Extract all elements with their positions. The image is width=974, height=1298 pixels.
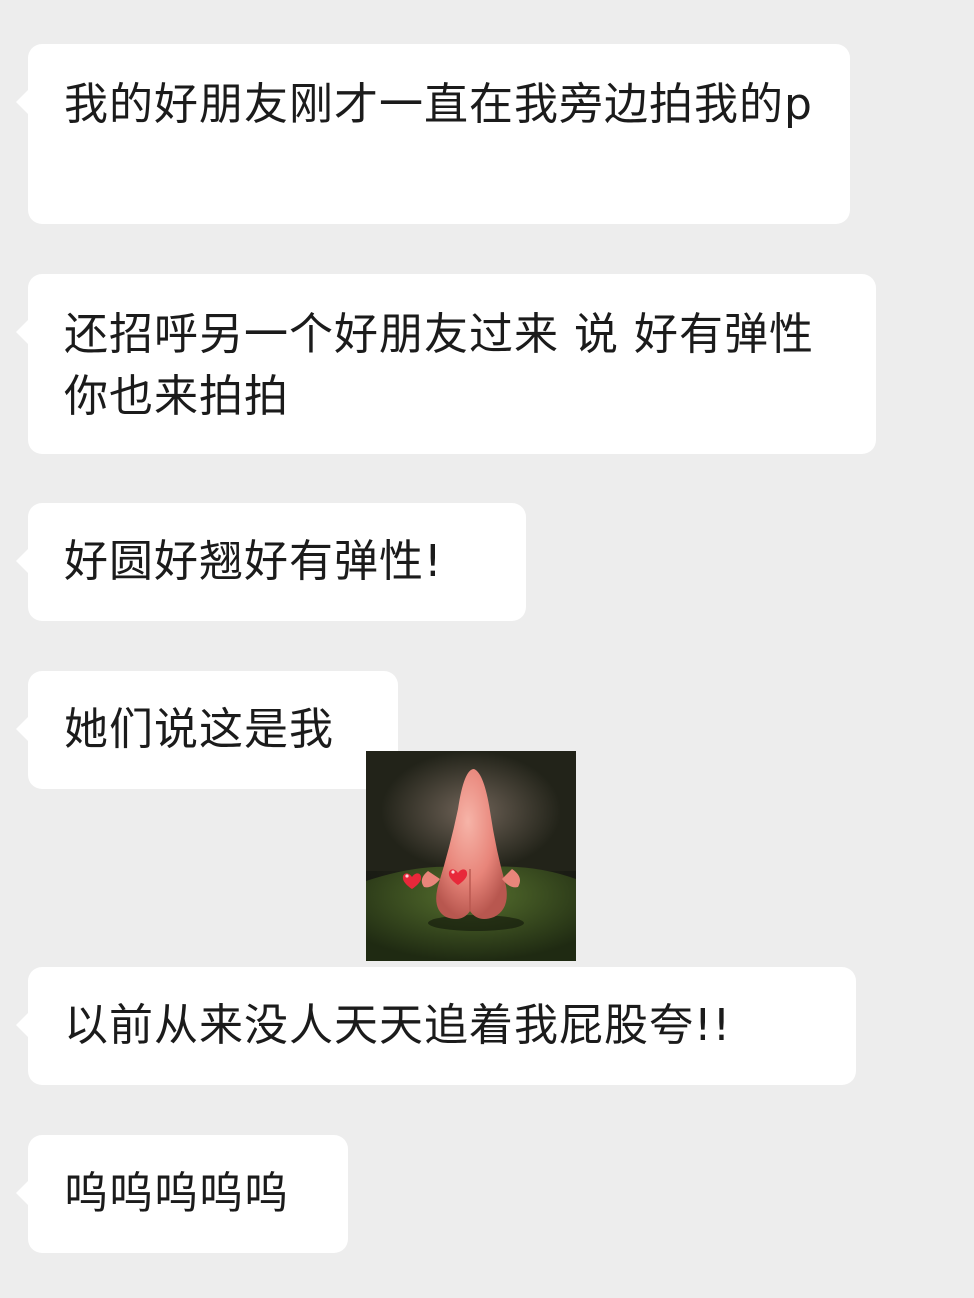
message-text: 我的好朋友刚才一直在我旁边拍我的p — [64, 79, 813, 130]
message-bubble-5[interactable]: 以前从来没人天天追着我屁股夸!! — [16, 967, 856, 1085]
message-text: 呜呜呜呜呜 — [64, 1168, 289, 1219]
message-bubble-4[interactable]: 她们说这是我 — [16, 671, 398, 789]
message-bubble-2[interactable]: 还招呼另一个好朋友过来 说 好有弹性 你也来拍拍 — [16, 274, 876, 454]
message-text: 还招呼另一个好朋友过来 说 好有弹性 你也来拍拍 — [64, 309, 814, 422]
message-text: 她们说这是我 — [64, 704, 334, 755]
message-bubble-6[interactable]: 呜呜呜呜呜 — [16, 1135, 348, 1253]
message-text: 好圆好翘好有弹性! — [64, 536, 443, 587]
message-bubble-1[interactable]: 我的好朋友刚才一直在我旁边拍我的p — [16, 44, 850, 224]
message-bubble-3[interactable]: 好圆好翘好有弹性! — [16, 503, 526, 621]
starfish-sticker-icon — [366, 751, 576, 961]
message-text: 以前从来没人天天追着我屁股夸!! — [64, 1000, 732, 1051]
sticker-image[interactable] — [366, 751, 576, 961]
